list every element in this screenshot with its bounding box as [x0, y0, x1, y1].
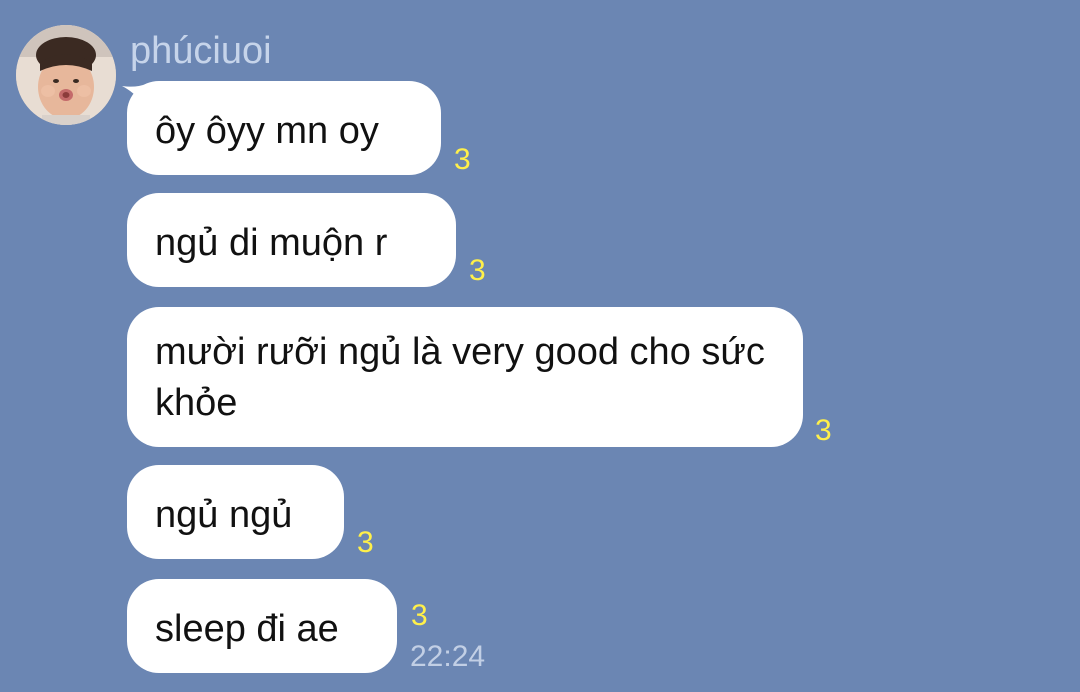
message-text: ngủ ngủ	[155, 494, 293, 536]
unread-count: 3	[454, 143, 471, 176]
message-text: mười rưỡi ngủ là very good cho sức khỏe	[155, 331, 765, 424]
unread-count: 3	[357, 526, 374, 559]
message-bubble[interactable]: sleep đi ae	[127, 579, 397, 673]
message-timestamp: 22:24	[410, 640, 486, 673]
unread-count: 3	[411, 599, 428, 632]
avatar[interactable]	[16, 25, 116, 125]
message-bubble[interactable]: ngủ di muộn r	[127, 193, 456, 287]
message-bubble[interactable]: mười rưỡi ngủ là very good cho sức khỏe	[127, 307, 803, 447]
unread-count: 3	[469, 254, 486, 287]
message-text: ôy ôyy mn oy	[155, 110, 379, 152]
message-bubble[interactable]: ôy ôyy mn oy	[127, 81, 441, 175]
message-text: ngủ di muộn r	[155, 222, 388, 264]
chat-thread: phúciuoi ôy ôyy mn oy 3 ngủ di muộn r 3 …	[0, 0, 1080, 692]
sender-name: phúciuoi	[130, 30, 272, 72]
message-text: sleep đi ae	[155, 608, 339, 650]
message-bubble[interactable]: ngủ ngủ	[127, 465, 344, 559]
unread-count: 3	[815, 414, 832, 447]
profile-photo-icon	[16, 25, 116, 125]
